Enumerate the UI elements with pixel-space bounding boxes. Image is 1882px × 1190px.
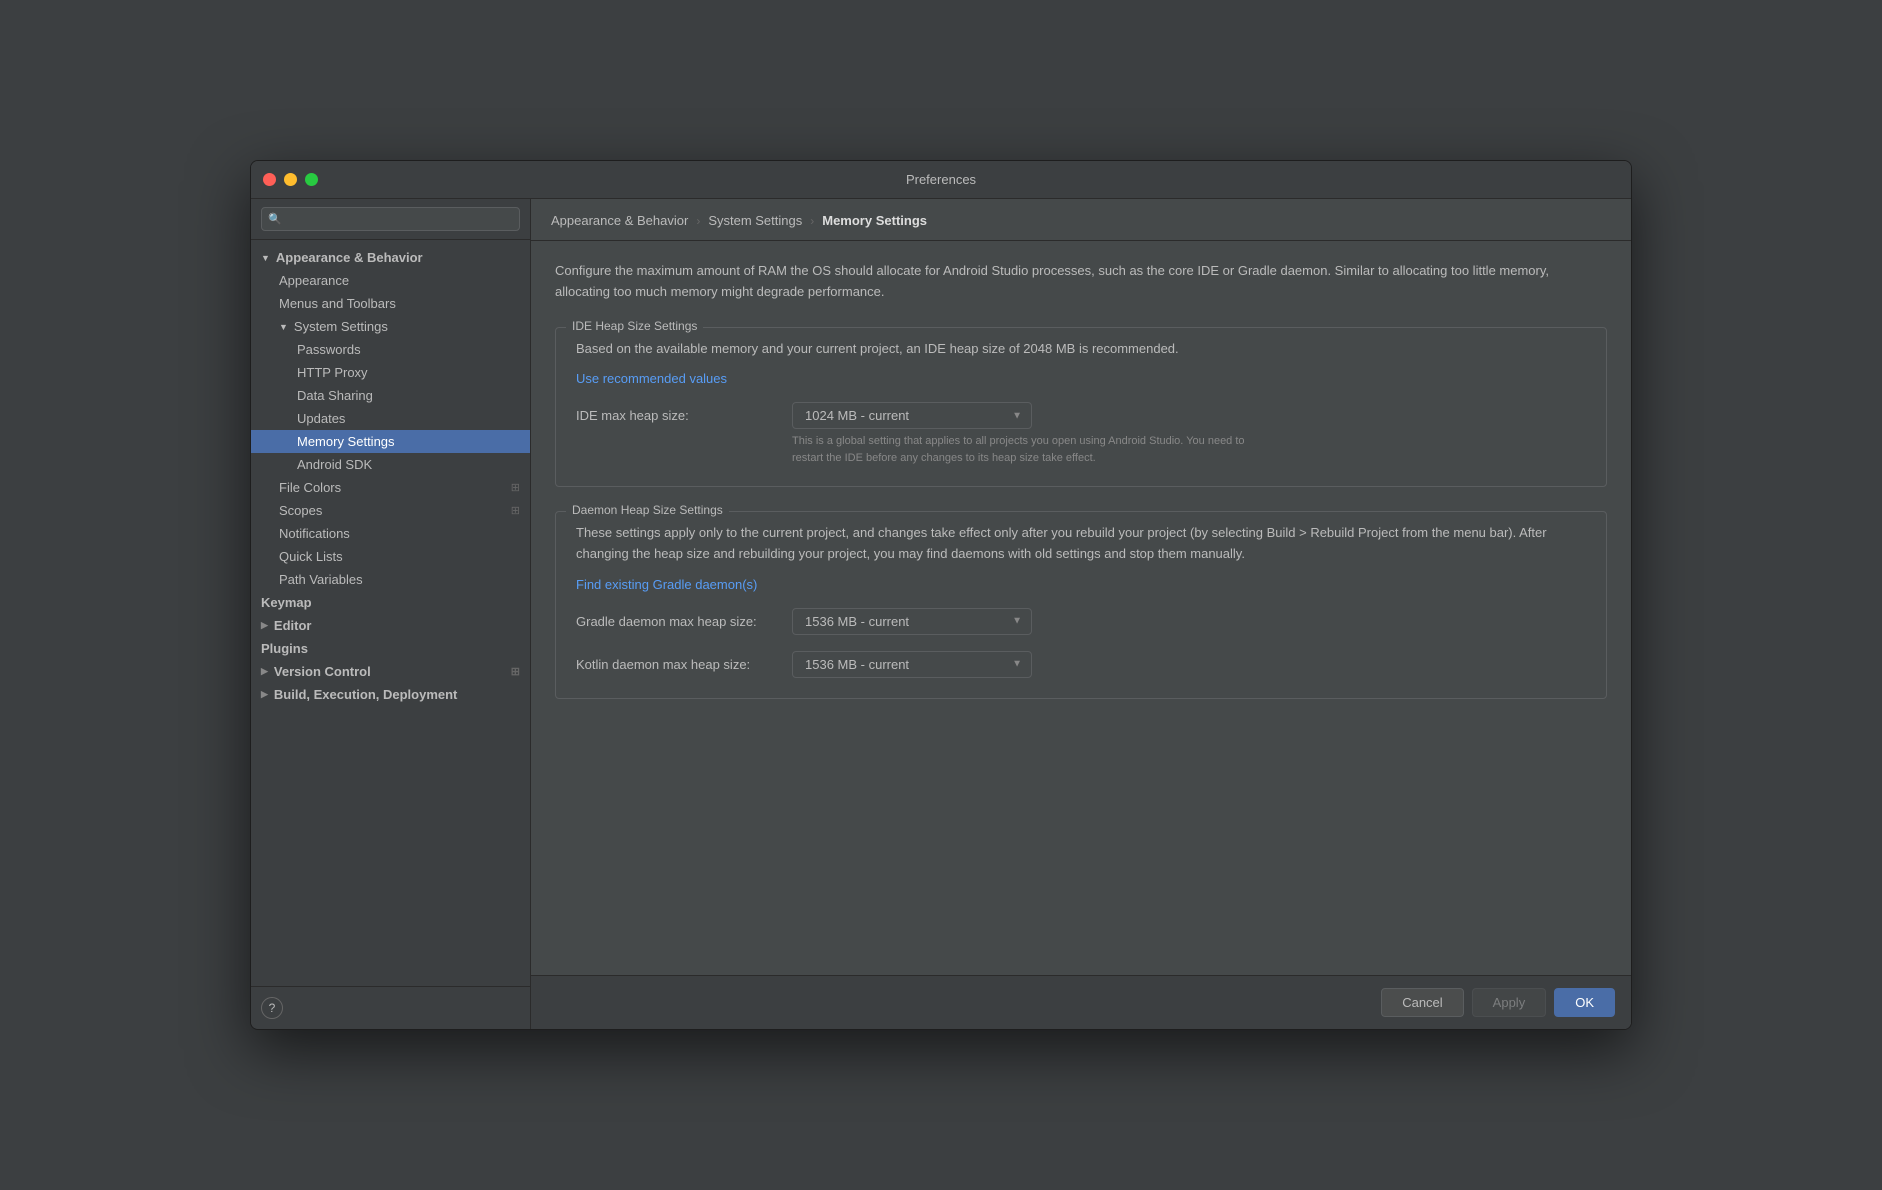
triangle-icon: ▶ [261, 666, 268, 677]
preferences-window: Preferences 🔍 ▼ Appearance & Behavior Ap… [250, 160, 1632, 1030]
gradle-heap-label: Gradle daemon max heap size: [576, 614, 776, 629]
triangle-icon: ▶ [261, 689, 268, 700]
sidebar-item-path-variables[interactable]: Path Variables [251, 568, 530, 591]
search-wrapper: 🔍 [261, 207, 520, 231]
ide-heap-row: IDE max heap size: 512 MB 750 MB 1024 MB… [576, 402, 1586, 429]
ide-heap-hint: This is a global setting that applies to… [792, 433, 1272, 466]
settings-body: Configure the maximum amount of RAM the … [531, 241, 1631, 975]
footer: Cancel Apply OK [531, 975, 1631, 1029]
daemon-heap-title: Daemon Heap Size Settings [566, 503, 729, 517]
sidebar-item-updates[interactable]: Updates [251, 407, 530, 430]
breadcrumb-memory-settings: Memory Settings [822, 213, 927, 228]
ide-heap-select-wrapper: 512 MB 750 MB 1024 MB - current 2048 MB … [792, 402, 1032, 429]
ide-heap-title: IDE Heap Size Settings [566, 319, 703, 333]
search-input[interactable] [261, 207, 520, 231]
settings-icon: ⊞ [511, 665, 520, 678]
gradle-heap-select[interactable]: 512 MB 750 MB 1024 MB 1536 MB - current … [792, 608, 1032, 635]
daemon-heap-desc: These settings apply only to the current… [576, 523, 1586, 565]
ide-heap-desc: Based on the available memory and your c… [576, 339, 1586, 360]
settings-panel: Appearance & Behavior › System Settings … [531, 199, 1631, 1029]
sidebar-item-quick-lists[interactable]: Quick Lists [251, 545, 530, 568]
breadcrumb-system-settings: System Settings [708, 213, 802, 228]
search-icon: 🔍 [268, 213, 282, 226]
sidebar-item-scopes[interactable]: Scopes ⊞ [251, 499, 530, 522]
main-content-area: 🔍 ▼ Appearance & Behavior Appearance Men… [251, 199, 1631, 1029]
titlebar: Preferences [251, 161, 1631, 199]
triangle-icon: ▶ [261, 620, 268, 631]
page-description: Configure the maximum amount of RAM the … [555, 261, 1607, 303]
sidebar-item-editor[interactable]: ▶ Editor [251, 614, 530, 637]
breadcrumb: Appearance & Behavior › System Settings … [531, 199, 1631, 241]
cancel-button[interactable]: Cancel [1381, 988, 1463, 1017]
breadcrumb-appearance-behavior: Appearance & Behavior [551, 213, 688, 228]
gradle-heap-select-wrapper: 512 MB 750 MB 1024 MB 1536 MB - current … [792, 608, 1032, 635]
sidebar-item-appearance-behavior[interactable]: ▼ Appearance & Behavior [251, 246, 530, 269]
search-container: 🔍 [251, 199, 530, 240]
sidebar-item-version-control[interactable]: ▶ Version Control ⊞ [251, 660, 530, 683]
ide-heap-section: IDE Heap Size Settings Based on the avai… [555, 327, 1607, 488]
kotlin-heap-row: Kotlin daemon max heap size: 512 MB 750 … [576, 651, 1586, 678]
window-title: Preferences [906, 172, 976, 187]
daemon-heap-section: Daemon Heap Size Settings These settings… [555, 511, 1607, 699]
sidebar-item-system-settings[interactable]: ▼ System Settings [251, 315, 530, 338]
sidebar-item-appearance[interactable]: Appearance [251, 269, 530, 292]
help-button[interactable]: ? [261, 997, 283, 1019]
sidebar-item-file-colors[interactable]: File Colors ⊞ [251, 476, 530, 499]
settings-icon: ⊞ [511, 504, 520, 517]
close-button[interactable] [263, 173, 276, 186]
daemon-heap-body: These settings apply only to the current… [556, 519, 1606, 698]
minimize-button[interactable] [284, 173, 297, 186]
triangle-icon: ▼ [279, 322, 288, 332]
kotlin-heap-label: Kotlin daemon max heap size: [576, 657, 776, 672]
ide-heap-label: IDE max heap size: [576, 408, 776, 423]
sidebar-bottom: ? [251, 986, 530, 1029]
sidebar-item-memory-settings[interactable]: Memory Settings [251, 430, 530, 453]
triangle-icon: ▼ [261, 253, 270, 263]
sidebar-item-passwords[interactable]: Passwords [251, 338, 530, 361]
sidebar-item-data-sharing[interactable]: Data Sharing [251, 384, 530, 407]
breadcrumb-sep-1: › [696, 214, 700, 228]
breadcrumb-sep-2: › [810, 214, 814, 228]
sidebar-item-notifications[interactable]: Notifications [251, 522, 530, 545]
find-gradle-link[interactable]: Find existing Gradle daemon(s) [576, 577, 757, 592]
kotlin-heap-select-wrapper: 512 MB 750 MB 1024 MB 1536 MB - current … [792, 651, 1032, 678]
gradle-heap-row: Gradle daemon max heap size: 512 MB 750 … [576, 608, 1586, 635]
window-controls [263, 173, 318, 186]
use-recommended-link[interactable]: Use recommended values [576, 371, 727, 386]
maximize-button[interactable] [305, 173, 318, 186]
settings-icon: ⊞ [511, 481, 520, 494]
ide-heap-select[interactable]: 512 MB 750 MB 1024 MB - current 2048 MB … [792, 402, 1032, 429]
ide-heap-body: Based on the available memory and your c… [556, 335, 1606, 487]
apply-button[interactable]: Apply [1472, 988, 1547, 1017]
sidebar-item-keymap[interactable]: Keymap [251, 591, 530, 614]
sidebar-item-http-proxy[interactable]: HTTP Proxy [251, 361, 530, 384]
ok-button[interactable]: OK [1554, 988, 1615, 1017]
sidebar-item-android-sdk[interactable]: Android SDK [251, 453, 530, 476]
nav-tree: ▼ Appearance & Behavior Appearance Menus… [251, 240, 530, 986]
sidebar-item-build-execution[interactable]: ▶ Build, Execution, Deployment [251, 683, 530, 706]
kotlin-heap-select[interactable]: 512 MB 750 MB 1024 MB 1536 MB - current … [792, 651, 1032, 678]
sidebar-item-menus-toolbars[interactable]: Menus and Toolbars [251, 292, 530, 315]
sidebar-item-plugins[interactable]: Plugins [251, 637, 530, 660]
sidebar: 🔍 ▼ Appearance & Behavior Appearance Men… [251, 199, 531, 1029]
